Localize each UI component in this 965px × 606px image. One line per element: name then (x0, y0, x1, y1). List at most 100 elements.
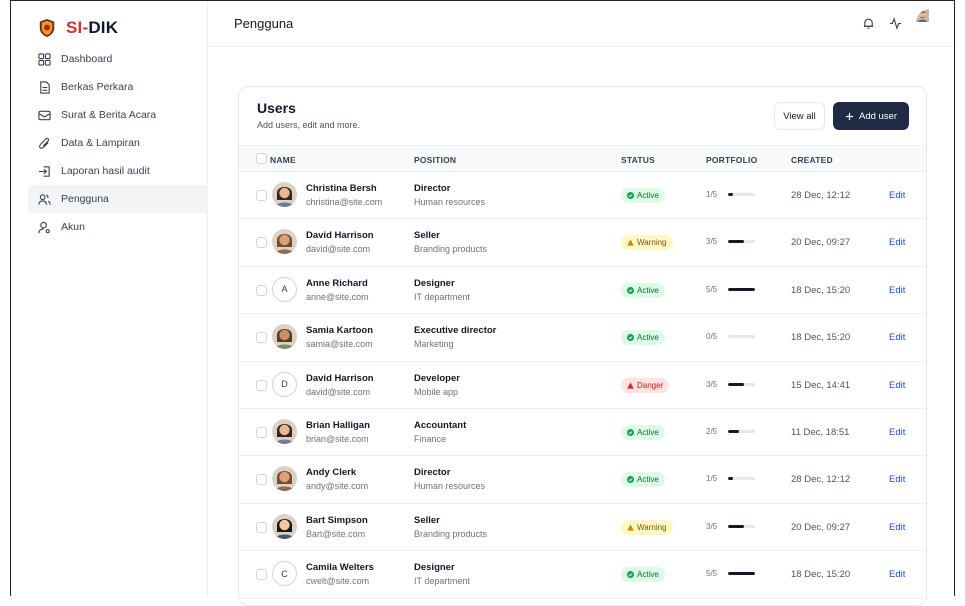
avatar (272, 513, 297, 539)
edit-link[interactable]: Edit (889, 474, 905, 485)
sidebar-item-label: Pengguna (61, 193, 109, 205)
status-label: Active (637, 285, 659, 295)
created-date: 20 Dec, 09:27 (791, 237, 851, 249)
sidebar-item-label: Data & Lampiran (61, 137, 140, 149)
edit-link[interactable]: Edit (889, 569, 905, 580)
sidebar-item-data-lampiran[interactable]: Data & Lampiran (28, 129, 208, 157)
user-department: Finance (414, 433, 447, 444)
brand[interactable]: SI-DIK (38, 15, 118, 41)
user-department: Branding products (414, 528, 488, 539)
mail-icon (38, 110, 51, 120)
user-email: christina@site.com (306, 197, 383, 207)
row-checkbox[interactable] (256, 284, 267, 296)
row-checkbox[interactable] (256, 379, 267, 391)
avatar-photo (272, 513, 297, 539)
user-name: Andy Clerk (306, 467, 357, 479)
add-user-button[interactable]: Add user (833, 102, 909, 130)
status-label: Active (637, 427, 659, 437)
row-checkbox[interactable] (256, 474, 267, 486)
row-checkbox[interactable] (256, 237, 267, 249)
edit-link[interactable]: Edit (889, 427, 905, 438)
edit-link[interactable]: Edit (889, 285, 905, 296)
user-position: Seller (414, 230, 440, 242)
portfolio-progress-fill (728, 382, 745, 386)
card-subtitle: Add users, edit and more. (257, 120, 361, 130)
status-label: Active (637, 475, 659, 485)
avatar-photo (272, 182, 297, 207)
table-row: Andy Clerk andy@site.com Director Human … (239, 456, 926, 504)
created-date: 28 Dec, 12:12 (791, 190, 851, 201)
activity-icon[interactable] (889, 16, 902, 30)
view-all-button[interactable]: View all (774, 102, 825, 130)
portfolio-progress-fill (728, 477, 734, 481)
check-circle-icon (627, 476, 634, 484)
edit-link[interactable]: Edit (889, 380, 905, 391)
sidebar-item-dashboard[interactable]: Dashboard (28, 45, 208, 73)
user-name: Camila Welters (306, 562, 374, 574)
user-email: anne@site.com (306, 291, 369, 302)
sidebar-item-pengguna[interactable]: Pengguna (28, 185, 208, 213)
user-position: Designer (414, 277, 455, 289)
edit-link[interactable]: Edit (889, 332, 905, 343)
status-label: Danger (637, 380, 664, 390)
avatar-initial: D (281, 379, 288, 390)
row-checkbox[interactable] (256, 569, 267, 581)
user-name: David Harrison (306, 230, 374, 242)
brand-name-part2: DIK (88, 18, 119, 37)
avatar (272, 324, 297, 350)
portfolio-progress-fill (728, 240, 745, 244)
users-card: Users Add users, edit and more. View all… (238, 86, 927, 606)
bell-icon[interactable] (862, 17, 875, 30)
portfolio-progress-fill (728, 524, 745, 528)
user-department: Human resources (414, 197, 486, 207)
user-name: David Harrison (306, 372, 374, 384)
portfolio-progress-bar (728, 382, 755, 386)
row-checkbox[interactable] (256, 332, 267, 344)
edit-link[interactable]: Edit (889, 522, 905, 533)
portfolio-progress-bar (728, 572, 755, 576)
avatar: A (272, 276, 297, 302)
user-department: Mobile app (414, 386, 459, 397)
table-row: Brian Halligan brian@site.com Accountant… (239, 409, 926, 457)
column-header-status[interactable]: STATUS (621, 155, 655, 165)
card-header: Users Add users, edit and more. View all… (239, 87, 926, 145)
portfolio-count: 1/5 (706, 190, 718, 199)
portfolio-progress-fill (728, 193, 734, 196)
select-all-checkbox[interactable] (256, 153, 267, 164)
sidebar-item-surat-berita-acara[interactable]: Surat & Berita Acara (28, 101, 208, 129)
user-position: Accountant (414, 419, 467, 431)
column-header-name[interactable]: NAME (270, 155, 296, 165)
warning-triangle-icon (627, 524, 634, 531)
topbar-actions (862, 9, 944, 37)
user-avatar[interactable] (916, 9, 944, 37)
portfolio-count: 2/5 (706, 426, 718, 436)
created-date: 20 Dec, 09:27 (791, 521, 851, 533)
table-row: C Camila Welters cwelt@site.com Designer… (239, 551, 926, 599)
avatar (272, 182, 297, 207)
edit-link[interactable]: Edit (889, 190, 905, 201)
check-circle-icon (627, 192, 634, 199)
user-email: david@site.com (306, 386, 371, 397)
app-window: SI-DIK Dashboard Berkas Perkara Surat & … (10, 0, 955, 606)
user-position: Executive director (414, 325, 497, 337)
portfolio-count: 5/5 (706, 569, 718, 579)
user-position: Designer (414, 562, 455, 574)
sidebar-item-berkas-perkara[interactable]: Berkas Perkara (28, 73, 208, 101)
row-checkbox[interactable] (256, 190, 267, 201)
sidebar-item-laporan-hasil-audit[interactable]: Laporan hasil audit (28, 157, 208, 185)
avatar-photo (916, 9, 929, 22)
portfolio-progress-fill (728, 429, 739, 433)
portfolio-progress-fill (728, 287, 755, 291)
table-row: D David Harrison david@site.com Develope… (239, 362, 926, 409)
column-header-portfolio[interactable]: PORTFOLIO (706, 155, 757, 165)
row-checkbox[interactable] (256, 521, 267, 533)
check-circle-icon (627, 428, 634, 436)
row-checkbox[interactable] (256, 426, 267, 438)
sidebar-item-akun[interactable]: Akun (28, 213, 208, 241)
edit-link[interactable]: Edit (889, 237, 905, 248)
avatar: D (272, 371, 297, 397)
column-header-position[interactable]: POSITION (414, 155, 456, 165)
portfolio-progress-fill (728, 572, 755, 576)
column-header-created[interactable]: CREATED (791, 155, 833, 165)
avatar-photo (272, 466, 297, 492)
